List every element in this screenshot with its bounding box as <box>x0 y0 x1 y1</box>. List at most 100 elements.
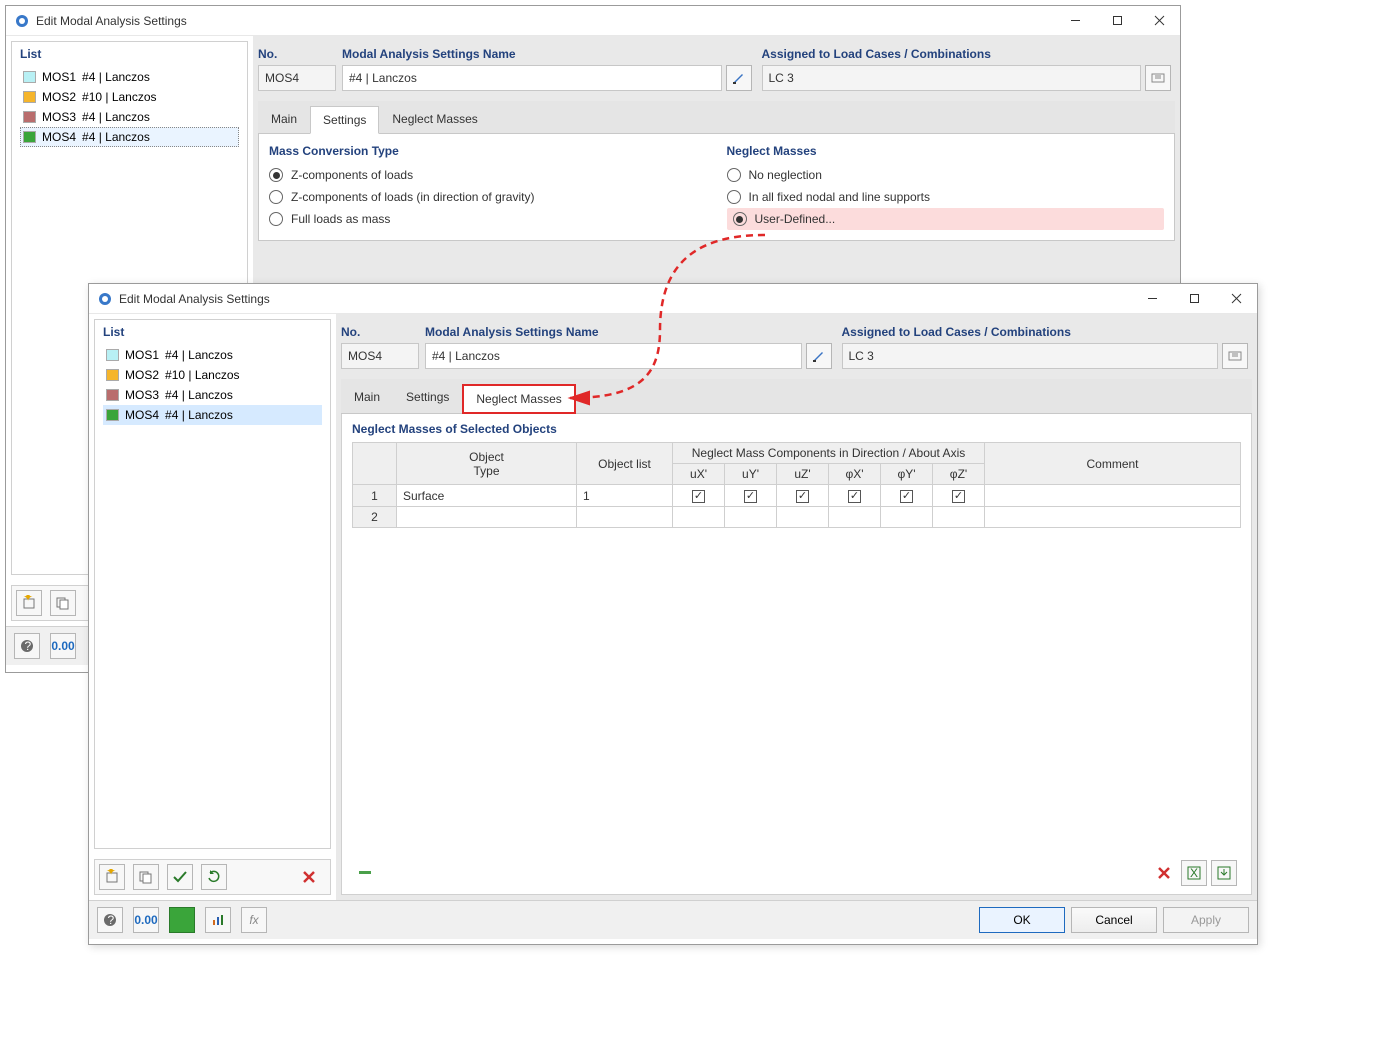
cell-phix[interactable] <box>829 507 881 528</box>
app-icon <box>97 291 113 307</box>
cell-object-type[interactable]: Surface <box>397 485 577 507</box>
list-item-mos4[interactable]: MOS4 #4 | Lanczos <box>103 405 322 425</box>
decimal-icon[interactable]: 0.00 <box>50 633 76 659</box>
list-item-mos2[interactable]: MOS2 #10 | Lanczos <box>103 365 322 385</box>
close-button[interactable] <box>1138 6 1180 35</box>
col-object-type[interactable]: Object Type <box>397 443 577 485</box>
cancel-button[interactable]: Cancel <box>1071 907 1157 933</box>
help-icon[interactable]: ? <box>97 907 123 933</box>
cell-uz[interactable] <box>777 507 829 528</box>
list-code: MOS2 <box>42 90 76 104</box>
swatch-icon <box>23 91 36 103</box>
radio-z-components[interactable]: Z-components of loads <box>269 164 707 186</box>
copy-item-icon[interactable] <box>50 590 76 616</box>
help-icon[interactable]: ? <box>14 633 40 659</box>
radio-icon <box>269 168 283 182</box>
col-object-list[interactable]: Object list <box>577 443 673 485</box>
apply-button[interactable]: Apply <box>1163 907 1249 933</box>
name-field[interactable]: #4 | Lanczos <box>342 65 722 91</box>
refresh-icon[interactable] <box>201 864 227 890</box>
cell-phiz[interactable] <box>933 507 985 528</box>
decimal-icon[interactable]: 0.00 <box>133 907 159 933</box>
cell-uy[interactable] <box>725 485 777 507</box>
check-all-icon[interactable] <box>167 864 193 890</box>
tab-main[interactable]: Main <box>258 105 310 133</box>
tab-settings[interactable]: Settings <box>310 106 379 134</box>
radio-z-gravity[interactable]: Z-components of loads (in direction of g… <box>269 186 707 208</box>
export-excel-icon[interactable]: X <box>1181 860 1207 886</box>
minimize-button[interactable] <box>1054 6 1096 35</box>
cell-phiy[interactable] <box>881 485 933 507</box>
delete-icon[interactable] <box>296 864 322 890</box>
cell-uz[interactable] <box>777 485 829 507</box>
cell-object-list[interactable]: 1 <box>577 485 673 507</box>
cell-ux[interactable] <box>673 485 725 507</box>
no-field[interactable]: MOS4 <box>341 343 419 369</box>
radio-full-loads[interactable]: Full loads as mass <box>269 208 707 230</box>
col-phix[interactable]: φX' <box>829 464 881 485</box>
list-item-mos2[interactable]: MOS2 #10 | Lanczos <box>20 87 239 107</box>
cell-object-type[interactable] <box>397 507 577 528</box>
radio-user-defined[interactable]: User-Defined... <box>727 208 1165 230</box>
edit-name-icon[interactable] <box>806 343 832 369</box>
tab-main[interactable]: Main <box>341 383 393 413</box>
titlebar[interactable]: Edit Modal Analysis Settings <box>6 6 1180 36</box>
new-item-icon[interactable]: ✦ <box>16 590 42 616</box>
neglect-masses-table[interactable]: Object Type Object list Neglect Mass Com… <box>352 442 1241 528</box>
name-label: Modal Analysis Settings Name <box>342 41 756 65</box>
copy-item-icon[interactable] <box>133 864 159 890</box>
new-item-icon[interactable]: ✦ <box>99 864 125 890</box>
function-icon[interactable]: fx <box>241 907 267 933</box>
no-field[interactable]: MOS4 <box>258 65 336 91</box>
import-excel-icon[interactable] <box>1211 860 1237 886</box>
col-ux[interactable]: uX' <box>673 464 725 485</box>
delete-row-icon[interactable] <box>1151 860 1177 886</box>
list-item-mos3[interactable]: MOS3 #4 | Lanczos <box>20 107 239 127</box>
cell-uy[interactable] <box>725 507 777 528</box>
maximize-button[interactable] <box>1096 6 1138 35</box>
tab-neglect-masses[interactable]: Neglect Masses <box>379 105 490 133</box>
cell-phiy[interactable] <box>881 507 933 528</box>
col-comment[interactable]: Comment <box>985 443 1241 485</box>
col-uy[interactable]: uY' <box>725 464 777 485</box>
col-phiz[interactable]: φZ' <box>933 464 985 485</box>
assigned-label: Assigned to Load Cases / Combinations <box>762 41 1176 65</box>
close-button[interactable] <box>1215 284 1257 313</box>
ok-button[interactable]: OK <box>979 907 1065 933</box>
titlebar[interactable]: Edit Modal Analysis Settings <box>89 284 1257 314</box>
col-rownum <box>353 443 397 485</box>
radio-icon <box>727 168 741 182</box>
radio-no-neglection[interactable]: No neglection <box>727 164 1165 186</box>
list-item-mos4[interactable]: MOS4 #4 | Lanczos <box>20 127 239 147</box>
cell-object-list[interactable] <box>577 507 673 528</box>
app-icon <box>14 13 30 29</box>
edit-name-icon[interactable] <box>726 65 752 91</box>
col-phiy[interactable]: φY' <box>881 464 933 485</box>
cell-phix[interactable] <box>829 485 881 507</box>
list-item-mos1[interactable]: MOS1 #4 | Lanczos <box>20 67 239 87</box>
cell-ux[interactable] <box>673 507 725 528</box>
goto-assigned-icon[interactable] <box>1145 65 1171 91</box>
goto-assigned-icon[interactable] <box>1222 343 1248 369</box>
color-icon[interactable] <box>169 907 195 933</box>
tab-settings[interactable]: Settings <box>393 383 462 413</box>
name-field[interactable]: #4 | Lanczos <box>425 343 802 369</box>
cell-comment[interactable] <box>985 507 1241 528</box>
no-label: No. <box>341 319 419 343</box>
maximize-button[interactable] <box>1173 284 1215 313</box>
table-row[interactable]: 2 <box>353 507 1241 528</box>
assigned-field[interactable]: LC 3 <box>842 343 1219 369</box>
chart-icon[interactable] <box>205 907 231 933</box>
cell-comment[interactable] <box>985 485 1241 507</box>
cell-phiz[interactable] <box>933 485 985 507</box>
minimize-button[interactable] <box>1131 284 1173 313</box>
table-menu-icon[interactable] <box>352 860 378 886</box>
list-item-mos1[interactable]: MOS1 #4 | Lanczos <box>103 345 322 365</box>
swatch-icon <box>23 131 36 143</box>
list-item-mos3[interactable]: MOS3 #4 | Lanczos <box>103 385 322 405</box>
assigned-field[interactable]: LC 3 <box>762 65 1142 91</box>
radio-fixed-supports[interactable]: In all fixed nodal and line supports <box>727 186 1165 208</box>
table-row[interactable]: 1 Surface 1 <box>353 485 1241 507</box>
tab-neglect-masses[interactable]: Neglect Masses <box>462 384 575 414</box>
col-uz[interactable]: uZ' <box>777 464 829 485</box>
